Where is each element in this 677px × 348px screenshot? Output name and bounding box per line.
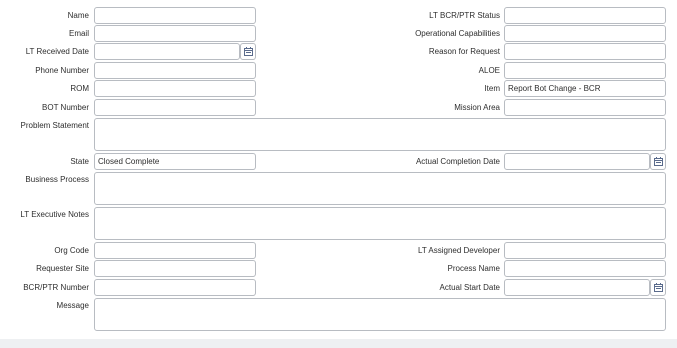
requester-site-label: Requester Site — [36, 264, 89, 273]
row-phone-number: Phone Number ALOE — [0, 62, 677, 79]
row-rom: ROM Item Report Bot Change - BCR — [0, 80, 677, 97]
row-requester-site: Requester Site Process Name — [0, 260, 677, 277]
business-process-textarea[interactable] — [94, 172, 666, 205]
org-code-input[interactable] — [94, 242, 256, 259]
email-input[interactable] — [94, 25, 256, 42]
process-name-input[interactable] — [504, 260, 666, 277]
org-code-label: Org Code — [54, 246, 89, 255]
actual-start-date-calendar-button[interactable] — [650, 279, 666, 296]
process-name-label: Process Name — [447, 264, 500, 273]
row-name: Name LT BCR/PTR Status — [0, 7, 677, 24]
operational-capabilities-label: Operational Capabilities — [415, 29, 500, 38]
lt-received-date-label: LT Received Date — [25, 47, 89, 56]
lt-bcr-ptr-status-input[interactable] — [504, 7, 666, 24]
lt-assigned-developer-input[interactable] — [504, 242, 666, 259]
row-lt-received-date: LT Received Date Reason for Request — [0, 43, 677, 60]
calendar-icon — [654, 283, 663, 292]
name-input[interactable] — [94, 7, 256, 24]
mission-area-input[interactable] — [504, 99, 666, 116]
row-bcr-ptr-number: BCR/PTR Number Actual Start Date — [0, 279, 677, 296]
item-input[interactable]: Report Bot Change - BCR — [504, 80, 666, 97]
message-label: Message — [56, 301, 89, 310]
reason-for-request-input[interactable] — [504, 43, 666, 60]
state-label: State — [70, 157, 89, 166]
problem-statement-textarea[interactable] — [94, 118, 666, 151]
calendar-icon — [654, 157, 663, 166]
actual-start-date-label: Actual Start Date — [439, 283, 500, 292]
bot-number-label: BOT Number — [42, 103, 89, 112]
lt-executive-notes-textarea[interactable] — [94, 207, 666, 240]
bcr-ptr-number-input[interactable] — [94, 279, 256, 296]
name-label: Name — [67, 11, 89, 20]
phone-number-label: Phone Number — [35, 66, 89, 75]
row-bot-number: BOT Number Mission Area — [0, 99, 677, 116]
actual-completion-date-calendar-button[interactable] — [650, 153, 666, 170]
row-org-code: Org Code LT Assigned Developer — [0, 242, 677, 259]
requester-site-input[interactable] — [94, 260, 256, 277]
bot-number-input[interactable] — [94, 99, 256, 116]
operational-capabilities-input[interactable] — [504, 25, 666, 42]
lt-assigned-developer-label: LT Assigned Developer — [418, 246, 500, 255]
message-textarea[interactable] — [94, 298, 666, 331]
lt-received-date-input[interactable] — [94, 43, 240, 60]
reason-for-request-label: Reason for Request — [428, 47, 500, 56]
calendar-icon — [244, 47, 253, 56]
row-state: State Closed Complete Actual Completion … — [0, 153, 677, 170]
actual-completion-date-label: Actual Completion Date — [415, 157, 500, 166]
lt-received-date-calendar-button[interactable] — [240, 43, 256, 60]
actual-start-date-input[interactable] — [504, 279, 650, 296]
state-input[interactable]: Closed Complete — [94, 153, 256, 170]
bcr-ptr-number-label: BCR/PTR Number — [23, 283, 89, 292]
row-email: Email Operational Capabilities — [0, 25, 677, 42]
footer-bar — [0, 339, 677, 348]
business-process-label: Business Process — [25, 175, 89, 184]
lt-bcr-ptr-status-label: LT BCR/PTR Status — [429, 11, 500, 20]
rom-label: ROM — [70, 84, 89, 93]
aloe-input[interactable] — [504, 62, 666, 79]
item-label: Item — [484, 84, 500, 93]
actual-completion-date-input[interactable] — [504, 153, 650, 170]
lt-executive-notes-label: LT Executive Notes — [20, 210, 89, 219]
rom-input[interactable] — [94, 80, 256, 97]
aloe-label: ALOE — [478, 66, 500, 75]
problem-statement-label: Problem Statement — [20, 121, 89, 130]
email-label: Email — [68, 29, 89, 38]
phone-number-input[interactable] — [94, 62, 256, 79]
mission-area-label: Mission Area — [454, 103, 500, 112]
